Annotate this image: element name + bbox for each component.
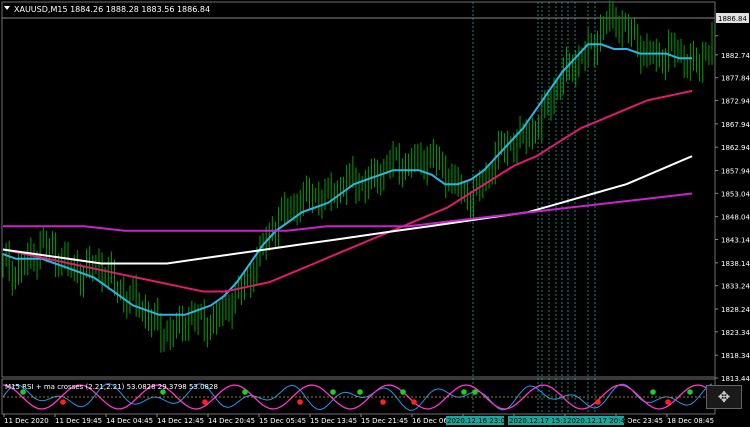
signal-dot (400, 389, 406, 395)
price-tick-label: 1882.74 (721, 52, 750, 60)
time-tick-label: 11 Dec 19:45 (55, 417, 102, 425)
signal-dot (330, 389, 336, 395)
time-tick-label: 15 Dec 05:45 (259, 417, 306, 425)
price-tick-label: 1818.34 (721, 352, 750, 360)
ma-mid-line (2, 89, 693, 293)
ma-flat-line (3, 192, 693, 232)
price-tick-label: 1848.04 (721, 214, 750, 222)
chart-menu-triangle-icon[interactable] (4, 6, 10, 10)
signal-dot (357, 389, 363, 395)
ma-fast-line (2, 43, 692, 316)
price-tick-label: 1857.94 (721, 167, 750, 175)
current-price-label: 1886.84 (718, 15, 747, 23)
signal-dot (242, 389, 248, 395)
price-tick-label: 1872.94 (721, 98, 750, 106)
price-tick-label: 1853.04 (721, 190, 750, 198)
price-tick-label: 1867.94 (721, 121, 750, 129)
time-tick-label: 15 Dec 13:45 (310, 417, 357, 425)
time-tick-label: 11 Dec 2020 (4, 417, 49, 425)
time-tick-label: 14 Dec 04:45 (106, 417, 153, 425)
signal-dot (472, 389, 478, 395)
signal-dot (60, 399, 66, 405)
moving-averages-group (2, 43, 693, 316)
price-chart[interactable]: 1882.74 1877.84 1872.94 1867.94 1862.94 1857.… (0, 0, 750, 427)
price-tick-label: 1838.14 (721, 260, 750, 268)
price-tick-label: 1862.94 (721, 144, 750, 152)
time-tick-label: 18 Dec 08:45 (667, 417, 714, 425)
ma-slow-line (2, 155, 693, 265)
zoom-icon[interactable]: ✥ (706, 385, 742, 409)
time-tick-label: 14 Dec 20:45 (208, 417, 255, 425)
time-highlight-label: 2020.12.16 23:08 (447, 417, 509, 425)
price-axis: 1882.74 1877.84 1872.94 1867.94 1862.94 1857.… (715, 35, 750, 383)
time-highlight-label: 2020.12.17 20:42 (567, 417, 629, 425)
time-axis: 11 Dec 2020 11 Dec 19:45 14 Dec 04:45 14 De… (3, 414, 714, 425)
time-tick-label: 15 Dec 21:45 (361, 417, 408, 425)
signal-dot (650, 389, 656, 395)
signal-dot (595, 399, 601, 405)
signal-dot (461, 389, 467, 395)
price-tick-label: 1877.84 (721, 75, 750, 83)
signal-dot (380, 399, 386, 405)
signal-dot (687, 389, 693, 395)
event-vertical-lines (472, 2, 596, 414)
signal-dot (665, 399, 671, 405)
signal-dot (297, 399, 303, 405)
signal-dot (202, 399, 208, 405)
candles-group (2, 0, 713, 353)
price-tick-label: 1813.44 (721, 375, 750, 383)
signal-dot (411, 399, 417, 405)
symbol-header: XAUUSD,M15 1884.26 1888.28 1883.56 1886.… (14, 5, 210, 14)
price-tick-label: 1823.34 (721, 329, 750, 337)
price-tick-label: 1843.14 (721, 237, 750, 245)
price-tick-label: 1828.24 (721, 306, 750, 314)
indicator-label: M15 RSI + ma crosses (2.21,2.21) 53.0828… (5, 383, 218, 391)
price-tick-label: 1833.24 (721, 283, 750, 291)
time-tick-label: 14 Dec 12:45 (157, 417, 204, 425)
time-highlight-label: 2020.12.17 15:18 (509, 417, 571, 425)
